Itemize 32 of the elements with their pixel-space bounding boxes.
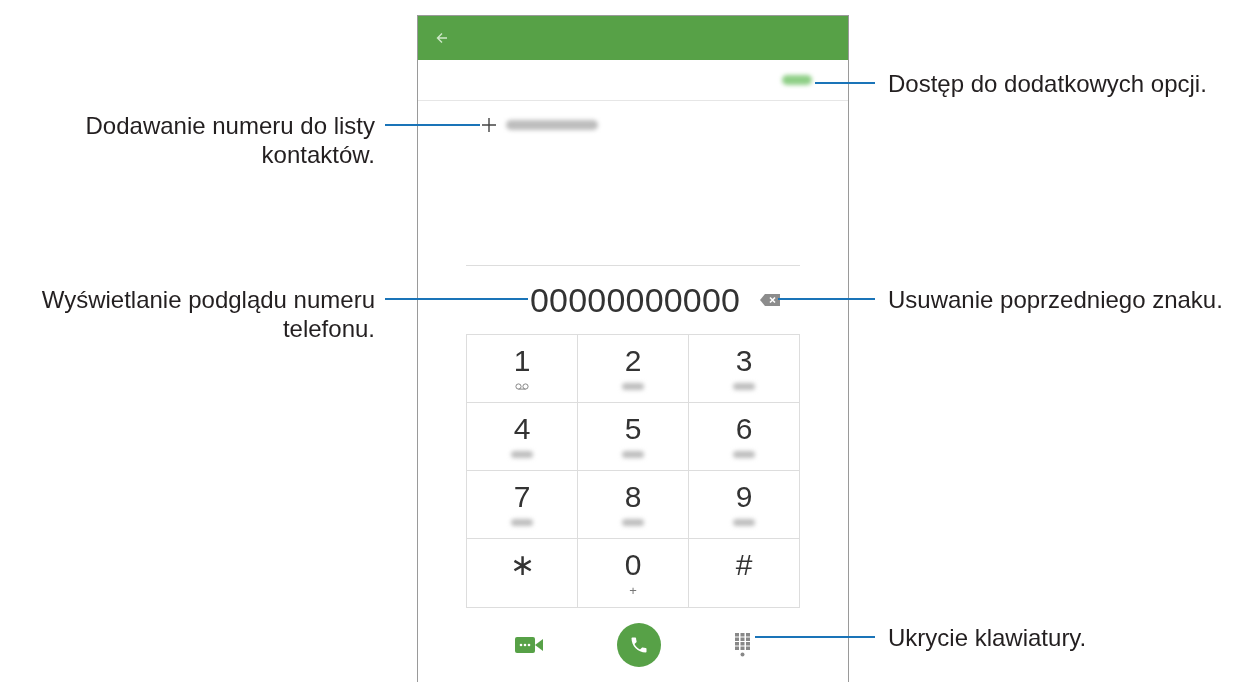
blurred-key-letters: [622, 383, 644, 390]
blurred-key-letters: [622, 519, 644, 526]
dial-key[interactable]: 5: [578, 403, 689, 471]
phone-number: 00000000000: [530, 280, 741, 320]
blurred-key-letters: [622, 451, 644, 458]
blurred-key-letters: [511, 519, 533, 526]
dial-key[interactable]: 9: [689, 471, 800, 539]
blurred-key-letters: [511, 451, 533, 458]
dial-key[interactable]: 4: [467, 403, 578, 471]
dial-key[interactable]: 3: [689, 335, 800, 403]
leader-line: [815, 82, 875, 84]
callout-text: Ukrycie klawiatury.: [888, 623, 1087, 652]
phone-icon: [629, 635, 649, 655]
back-arrow-icon[interactable]: [436, 32, 448, 44]
callout-text: Usuwanie poprzedniego znaku.: [888, 285, 1223, 314]
dial-key[interactable]: 7: [467, 471, 578, 539]
callout-text: Dodawanie numeru do listy kontaktów.: [84, 111, 375, 169]
dial-key[interactable]: 2: [578, 335, 689, 403]
blurred-key-letters: [733, 451, 755, 458]
callout-text: Wyświetlanie podglądu numeru telefonu.: [40, 285, 375, 343]
callout-text: Dostęp do dodatkowych opcji.: [888, 69, 1207, 98]
backspace-icon[interactable]: [760, 294, 781, 306]
dial-key[interactable]: 6: [689, 403, 800, 471]
video-call-icon[interactable]: [515, 637, 543, 653]
call-button[interactable]: [617, 623, 661, 667]
voicemail-icon: [515, 383, 529, 390]
plus-icon[interactable]: [482, 118, 496, 132]
dial-key[interactable]: 1: [467, 335, 578, 403]
dial-key[interactable]: 8: [578, 471, 689, 539]
blurred-key-letters: [733, 519, 755, 526]
dialpad-icon[interactable]: [735, 633, 751, 657]
blurred-key-letters: [733, 383, 755, 390]
